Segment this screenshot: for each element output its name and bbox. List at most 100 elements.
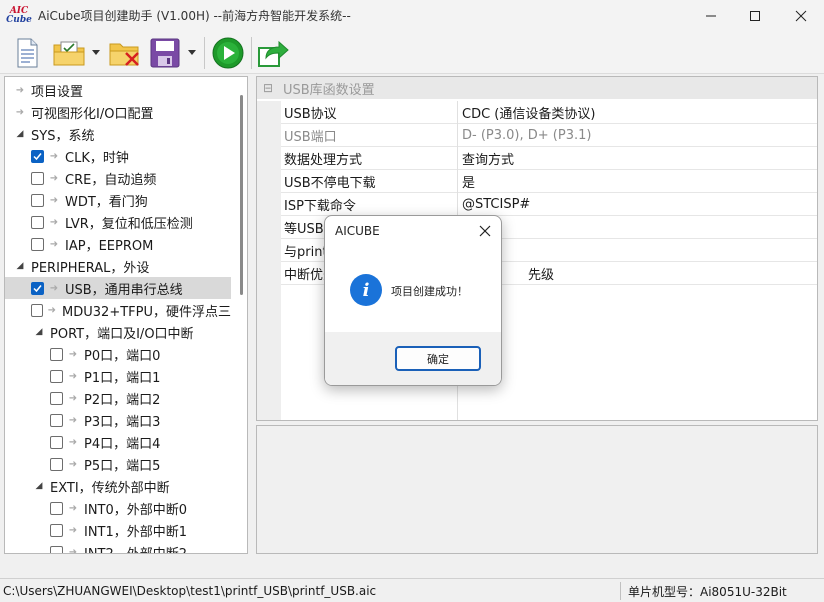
property-value[interactable]: 查询方式 [458, 147, 817, 170]
tree-item[interactable]: ➜ INT2，外部中断2 [5, 541, 231, 554]
checkbox[interactable] [50, 413, 63, 427]
expand-triangle-icon[interactable]: ◢ [33, 326, 45, 338]
arrow-right-icon: ➜ [68, 546, 78, 554]
checkbox[interactable] [31, 281, 44, 295]
arrow-right-icon: ➜ [68, 414, 78, 426]
property-name: ISP下载命令 [281, 193, 458, 216]
checkbox[interactable] [31, 303, 43, 317]
tree-item[interactable]: ➜ 项目设置 [5, 79, 231, 101]
title-bar: AIC Cube AiCube项目创建助手 (V1.00H) --前海方舟智能开… [0, 0, 824, 31]
checkbox[interactable] [31, 149, 44, 163]
checkbox[interactable] [31, 215, 44, 229]
maximize-icon [750, 10, 760, 21]
close-button[interactable] [778, 0, 824, 31]
arrow-right-icon: ➜ [47, 304, 57, 316]
checkbox[interactable] [50, 347, 63, 361]
tree-item[interactable]: ➜ WDT，看门狗 [5, 189, 231, 211]
checkbox[interactable] [31, 193, 44, 207]
expand-triangle-icon[interactable]: ◢ [33, 480, 45, 492]
tree-item[interactable]: ➜ P2口，端口2 [5, 387, 231, 409]
property-row[interactable]: USB协议 CDC (通信设备类协议) [257, 101, 817, 124]
tree-item[interactable]: ➜ CRE，自动追频 [5, 167, 231, 189]
minimize-button[interactable] [688, 0, 734, 31]
open-project-button[interactable] [52, 37, 86, 69]
arrow-right-icon: ➜ [68, 458, 78, 470]
arrow-right-icon: ➜ [49, 172, 59, 184]
tree-item[interactable]: ◢ SYS，系统 [5, 123, 231, 145]
property-value[interactable]: CDC (通信设备类协议) [458, 101, 817, 124]
tree-scrollbar[interactable] [240, 95, 243, 295]
property-value[interactable]: @STCISP# [458, 193, 817, 216]
tree-item[interactable]: ➜ P5口，端口5 [5, 453, 231, 475]
export-button[interactable] [256, 37, 290, 69]
mcu-model: 单片机型号：Ai8051U-32Bit [628, 585, 787, 599]
checkbox[interactable] [50, 457, 63, 471]
arrow-right-icon: ➜ [68, 524, 78, 536]
tree-item[interactable]: ➜ P3口，端口3 [5, 409, 231, 431]
tree-item[interactable]: ➜ INT1，外部中断1 [5, 519, 231, 541]
property-row[interactable]: 数据处理方式 查询方式 [257, 147, 817, 170]
tree-item[interactable]: ◢ EXTI，传统外部中断 [5, 475, 231, 497]
save-button[interactable] [148, 37, 182, 69]
tree-item[interactable]: ➜ LVR，复位和低压检测 [5, 211, 231, 233]
property-section-header[interactable]: ⊟ USB库函数设置 [257, 77, 817, 99]
dialog-title: AICUBE [335, 224, 380, 238]
new-document-icon [17, 38, 38, 68]
tree-item[interactable]: ◢ PERIPHERAL，外设 [5, 255, 231, 277]
checkbox[interactable] [50, 501, 63, 515]
collapse-icon[interactable]: ⊟ [263, 81, 275, 95]
tree-item[interactable]: ➜ P0口，端口0 [5, 343, 231, 365]
dialog-close-button[interactable] [473, 220, 497, 242]
ok-button[interactable]: 确定 [395, 346, 481, 371]
new-project-button[interactable] [12, 37, 42, 69]
project-tree[interactable]: ➜ 项目设置 ➜ 可视图形化I/O口配置 ◢ SYS，系统 ➜ CLK，时钟 ➜… [4, 76, 248, 554]
property-value[interactable] [458, 216, 817, 239]
checkbox[interactable] [50, 391, 63, 405]
property-value[interactable]: D- (P3.0), D+ (P3.1) [458, 124, 817, 147]
tree-item[interactable]: ➜ P1口，端口1 [5, 365, 231, 387]
tree-item[interactable]: ➜ 可视图形化I/O口配置 [5, 101, 231, 123]
checkbox[interactable] [31, 237, 44, 251]
chevron-down-icon [188, 50, 196, 55]
arrow-right-icon: ➜ [68, 436, 78, 448]
tree-item[interactable]: ➜ IAP，EEPROM [5, 233, 231, 255]
arrow-right-icon: ➜ [15, 106, 25, 118]
tree-item[interactable]: ◢ PORT，端口及I/O口中断 [5, 321, 231, 343]
open-project-icon [53, 41, 85, 66]
expand-triangle-icon[interactable]: ◢ [14, 128, 26, 140]
checkbox[interactable] [50, 545, 63, 553]
save-dropdown-button[interactable] [188, 49, 196, 57]
tree-item-selected[interactable]: ➜ USB，通用串行总线 [5, 277, 231, 299]
arrow-right-icon: ➜ [68, 502, 78, 514]
export-icon [258, 40, 289, 67]
arrow-right-icon: ➜ [15, 84, 25, 96]
property-row[interactable]: USB端口 D- (P3.0), D+ (P3.1) [257, 124, 817, 147]
toolbar [0, 31, 824, 74]
app-logo: AIC Cube [6, 5, 32, 25]
property-value[interactable]: 是 [458, 170, 817, 193]
maximize-button[interactable] [732, 0, 778, 31]
run-button[interactable] [210, 37, 246, 69]
property-row[interactable]: ISP下载命令 @STCISP# [257, 193, 817, 216]
tree-item[interactable]: ➜ INT0，外部中断0 [5, 497, 231, 519]
info-icon: i [350, 274, 382, 306]
checkbox[interactable] [31, 171, 44, 185]
expand-triangle-icon[interactable]: ◢ [14, 260, 26, 272]
property-name: USB协议 [281, 101, 458, 124]
chevron-down-icon [92, 50, 100, 55]
tree-item[interactable]: ➜ MDU32+TFPU，硬件浮点三 [5, 299, 231, 321]
arrow-right-icon: ➜ [49, 150, 59, 162]
tree-item[interactable]: ➜ P4口，端口4 [5, 431, 231, 453]
arrow-right-icon: ➜ [49, 282, 59, 294]
dialog-message: 项目创建成功！ [391, 285, 468, 298]
property-value[interactable] [458, 239, 817, 262]
property-value[interactable]: 先级 [458, 262, 817, 285]
checkbox[interactable] [50, 369, 63, 383]
check-icon [33, 284, 42, 292]
property-row[interactable]: USB不停电下载 是 [257, 170, 817, 193]
open-dropdown-button[interactable] [92, 49, 100, 57]
delete-project-button[interactable] [108, 37, 142, 69]
checkbox[interactable] [50, 435, 63, 449]
checkbox[interactable] [50, 523, 63, 537]
tree-item[interactable]: ➜ CLK，时钟 [5, 145, 231, 167]
